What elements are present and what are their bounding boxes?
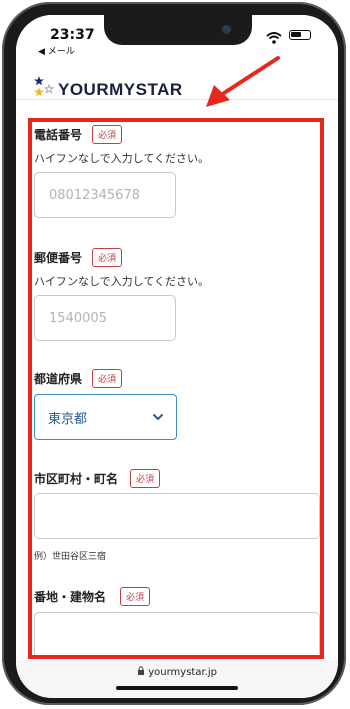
postal-hint: ハイフンなしで入力してください。: [34, 275, 210, 288]
site-header: YOURMYSTAR: [16, 59, 338, 100]
required-badge: 必須: [92, 125, 123, 144]
status-time: 23:37: [50, 27, 95, 43]
star-logo-icon: [34, 76, 56, 98]
notch: [104, 15, 252, 45]
phone-input[interactable]: 08012345678: [34, 172, 176, 218]
url-bar[interactable]: yourmystar.jp: [16, 666, 338, 678]
address-input[interactable]: [34, 612, 320, 658]
postal-label: 郵便番号: [34, 251, 83, 265]
phone-frame: 23:37 ◀ メール YOURMYSTAR 電話番号 必須 ハイフンなしで入力…: [2, 2, 346, 705]
phone-hint: ハイフンなしで入力してください。: [34, 152, 210, 165]
back-to-mail-link[interactable]: ◀ メール: [38, 44, 75, 57]
prefecture-selected-value: 東京都: [48, 411, 88, 427]
city-label: 市区町村・町名: [34, 472, 119, 486]
browser-bottom-bar: yourmystar.jp: [16, 660, 338, 698]
required-badge: 必須: [92, 369, 123, 388]
phone-label: 電話番号: [34, 128, 83, 142]
site-logo[interactable]: YOURMYSTAR: [58, 80, 183, 100]
postal-input[interactable]: 1540005: [34, 295, 176, 341]
lock-icon: [137, 666, 148, 678]
chevron-down-icon: [152, 410, 164, 425]
wifi-icon: [266, 29, 282, 48]
required-badge: 必須: [120, 587, 151, 606]
address-form: 電話番号 必須 ハイフンなしで入力してください。 08012345678 郵便番…: [16, 100, 338, 660]
battery-icon: [289, 30, 311, 40]
front-camera: [222, 25, 231, 34]
required-badge: 必須: [130, 469, 161, 488]
prefecture-label: 都道府県: [34, 372, 83, 386]
city-example: 例）世田谷区三宿: [34, 552, 107, 562]
home-indicator[interactable]: [116, 686, 238, 690]
prefecture-select[interactable]: 東京都: [34, 394, 177, 440]
address-label: 番地・建物名: [34, 590, 107, 604]
city-input[interactable]: [34, 493, 320, 539]
required-badge: 必須: [92, 248, 123, 267]
url-text: yourmystar.jp: [148, 667, 217, 678]
phone-screen: 23:37 ◀ メール YOURMYSTAR 電話番号 必須 ハイフンなしで入力…: [16, 15, 338, 698]
